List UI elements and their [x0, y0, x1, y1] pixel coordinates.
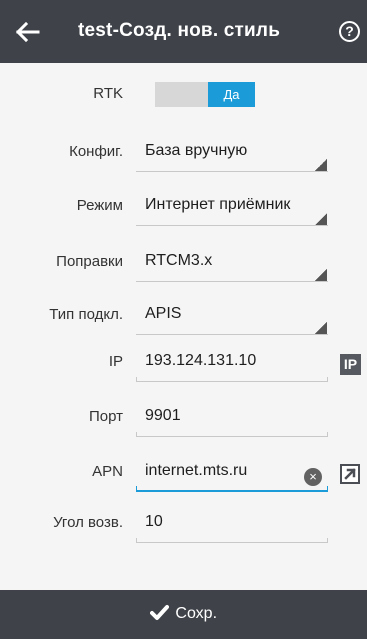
- rtk-row: RTK Да: [0, 63, 367, 119]
- dropdown-corner-icon: [315, 322, 327, 334]
- clear-icon[interactable]: ×: [304, 468, 322, 486]
- page-title: test-Созд. нов. стиль: [78, 20, 281, 41]
- save-label: Сохр.: [175, 605, 218, 622]
- elevation-row: Угол возв. 10: [0, 499, 367, 555]
- elevation-input[interactable]: 10: [145, 513, 163, 531]
- mode-select[interactable]: Интернет приёмник: [145, 196, 290, 214]
- apn-row: APN internet.mts.ru ×: [0, 448, 367, 504]
- mode-row: Режим Интернет приёмник: [0, 182, 367, 238]
- config-row: Конфиг. База вручную: [0, 128, 367, 184]
- mode-label: Режим: [76, 197, 123, 214]
- ip-label: IP: [108, 353, 123, 370]
- corrections-select[interactable]: RTCM3.x: [145, 252, 212, 270]
- port-row: Порт 9901: [0, 393, 367, 449]
- elevation-underline: [136, 538, 328, 543]
- ip-underline: [136, 377, 328, 382]
- open-external-icon[interactable]: [340, 464, 360, 484]
- app-bar: test-Созд. нов. стиль ?: [0, 0, 367, 63]
- connection-type-underline: [136, 334, 328, 335]
- apn-input[interactable]: internet.mts.ru: [145, 462, 247, 480]
- checkmark-icon: [149, 604, 169, 621]
- dropdown-corner-icon: [315, 213, 327, 225]
- apn-label: APN: [92, 463, 123, 480]
- connection-type-select[interactable]: APIS: [145, 305, 181, 323]
- corrections-row: Поправки RTCM3.x: [0, 238, 367, 294]
- port-input[interactable]: 9901: [145, 407, 181, 425]
- rtk-label: RTK: [93, 85, 123, 102]
- elevation-label: Угол возв.: [53, 514, 123, 531]
- port-underline: [136, 432, 328, 437]
- config-label: Конфиг.: [69, 143, 123, 160]
- help-icon[interactable]: ?: [339, 21, 360, 42]
- ip-row: IP 193.124.131.10 IP: [0, 338, 367, 394]
- save-button-content: Сохр.: [149, 604, 218, 623]
- mode-underline: [136, 225, 328, 226]
- corrections-underline: [136, 281, 328, 282]
- apn-underline: [136, 486, 328, 492]
- dropdown-corner-icon: [315, 269, 327, 281]
- config-select[interactable]: База вручную: [145, 142, 247, 160]
- dropdown-corner-icon: [315, 159, 327, 171]
- port-label: Порт: [88, 408, 123, 425]
- rtk-toggle[interactable]: Да: [155, 82, 255, 107]
- connection-type-label: Тип подкл.: [49, 306, 123, 323]
- ip-button[interactable]: IP: [340, 354, 361, 375]
- settings-form: RTK Да Конфиг. База вручную Режим Интерн…: [0, 63, 367, 590]
- ip-input[interactable]: 193.124.131.10: [145, 352, 256, 370]
- config-underline: [136, 171, 328, 172]
- save-button[interactable]: Сохр.: [0, 590, 367, 639]
- rtk-toggle-on-label: Да: [208, 82, 255, 107]
- corrections-label: Поправки: [56, 253, 123, 270]
- back-arrow-icon[interactable]: [10, 15, 44, 49]
